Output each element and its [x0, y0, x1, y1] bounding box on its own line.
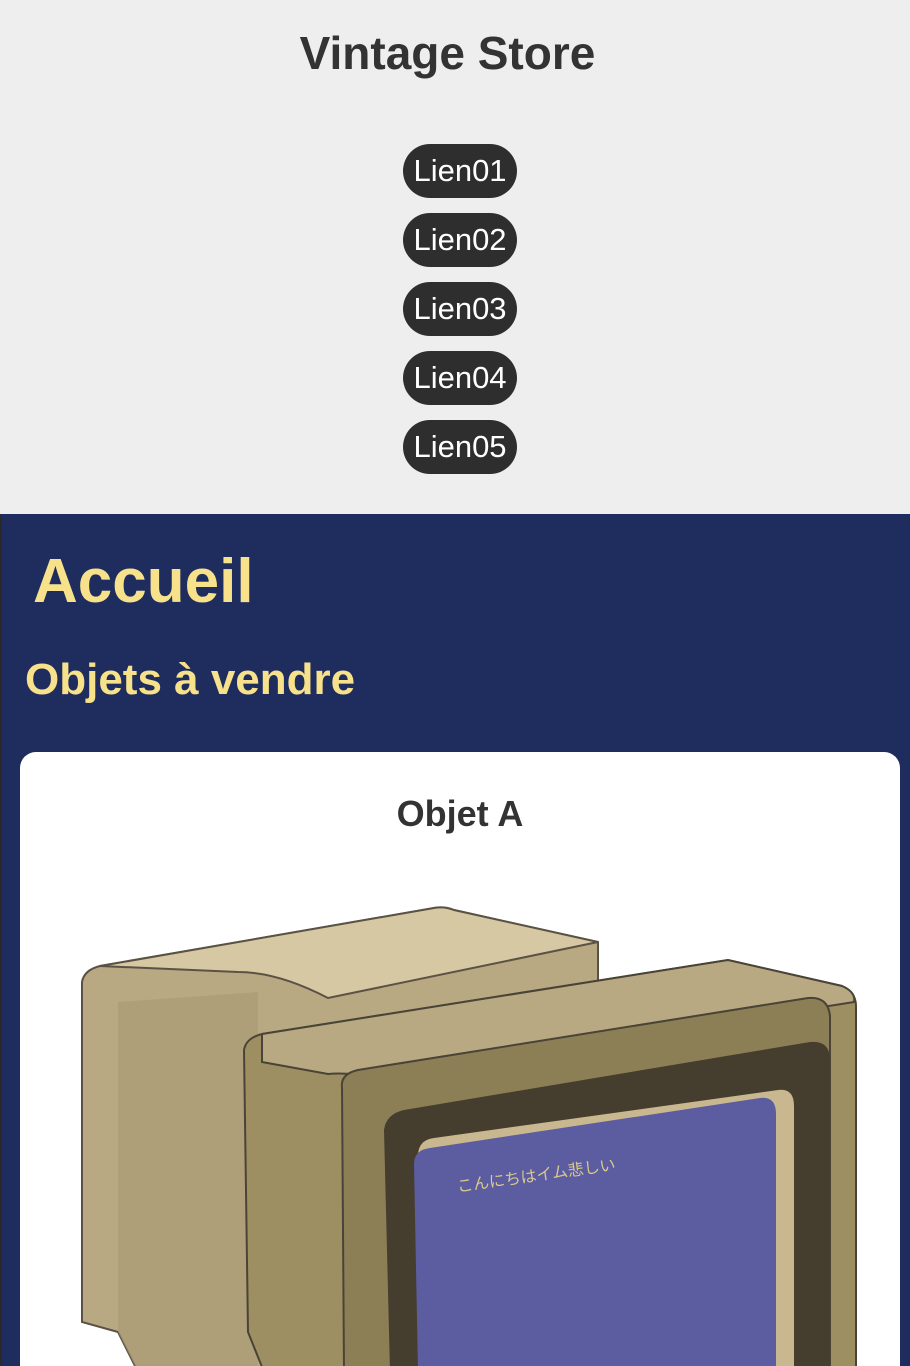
- page-title: Accueil: [33, 547, 254, 616]
- main-content: Accueil Objets à vendre Objet A こんにちはイム悲…: [0, 514, 910, 1366]
- main-nav: Lien01 Lien02 Lien03 Lien04 Lien05: [0, 144, 910, 474]
- site-header: Vintage Store Lien01 Lien02 Lien03 Lien0…: [0, 0, 910, 514]
- nav-link-4[interactable]: Lien04: [403, 351, 517, 405]
- retro-computer-monitor-icon: こんにちはイム悲しい: [81, 906, 857, 1366]
- product-title: Objet A: [396, 793, 524, 834]
- section-title: Objets à vendre: [25, 655, 356, 704]
- product-card[interactable]: Objet A こんにちはイム悲しい: [20, 752, 900, 1366]
- nav-link-1[interactable]: Lien01: [403, 144, 517, 198]
- nav-link-3[interactable]: Lien03: [403, 282, 517, 336]
- nav-link-2[interactable]: Lien02: [403, 213, 517, 267]
- nav-link-5[interactable]: Lien05: [403, 420, 517, 474]
- site-title: Vintage Store: [299, 27, 596, 79]
